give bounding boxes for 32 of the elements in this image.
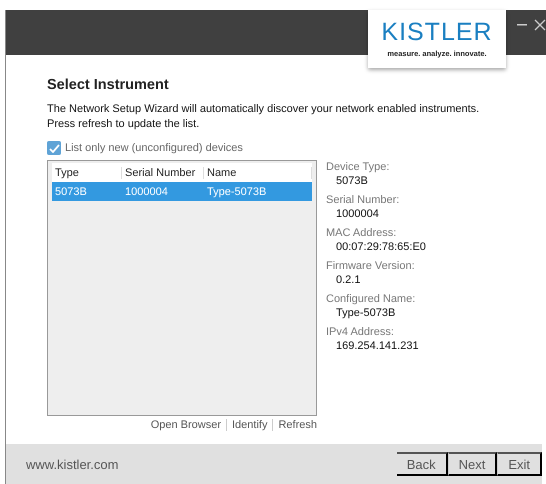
checkbox-label[interactable]: List only new (unconfigured) devices bbox=[65, 142, 243, 154]
detail-value: 1000004 bbox=[335, 207, 380, 221]
column-header[interactable]: Type bbox=[52, 166, 122, 178]
nav-button[interactable]: Back bbox=[396, 452, 448, 476]
action-link[interactable]: Identify bbox=[227, 419, 272, 431]
detail-label: Firmware Version: bbox=[326, 260, 416, 273]
minimize-icon[interactable] bbox=[517, 24, 527, 26]
action-link[interactable]: Refresh bbox=[273, 419, 317, 431]
detail-label: Device Type: bbox=[326, 161, 390, 174]
table-cell-text: 1000004 bbox=[124, 186, 169, 198]
nav-button[interactable]: Exit bbox=[497, 452, 542, 476]
website-link[interactable]: www.kistler.com bbox=[26, 456, 397, 472]
detail-label: MAC Address: bbox=[326, 227, 398, 240]
table-cell-text: Type-5073B bbox=[206, 186, 268, 198]
detail-label: Configured Name: bbox=[326, 293, 416, 306]
logo-name: KISTLER bbox=[381, 20, 493, 45]
filter-checkbox[interactable] bbox=[47, 141, 61, 155]
nav-button[interactable]: Next bbox=[448, 452, 498, 476]
detail-label: Serial Number: bbox=[326, 194, 400, 207]
detail-value: 169.254.141.231 bbox=[335, 339, 420, 353]
detail-value: 0.2.1 bbox=[335, 273, 362, 287]
column-header[interactable]: Serial Number bbox=[122, 166, 204, 178]
description-text: The Network Setup Wizard will automatically discover your network enabled instruments. Press refresh to update the list. bbox=[47, 102, 480, 132]
page-heading: Select Instrument bbox=[47, 77, 170, 93]
action-link[interactable]: Open Browser bbox=[146, 419, 226, 431]
detail-label: IPv4 Address: bbox=[326, 326, 395, 339]
close-icon[interactable] bbox=[534, 19, 546, 31]
table-cell-text: 5073B bbox=[54, 186, 88, 198]
detail-value: Type-5073B bbox=[335, 306, 396, 320]
detail-value: 00:07:29:78:65:E0 bbox=[335, 240, 426, 254]
detail-value: 5073B bbox=[335, 174, 369, 188]
column-header[interactable]: Name bbox=[204, 166, 312, 178]
